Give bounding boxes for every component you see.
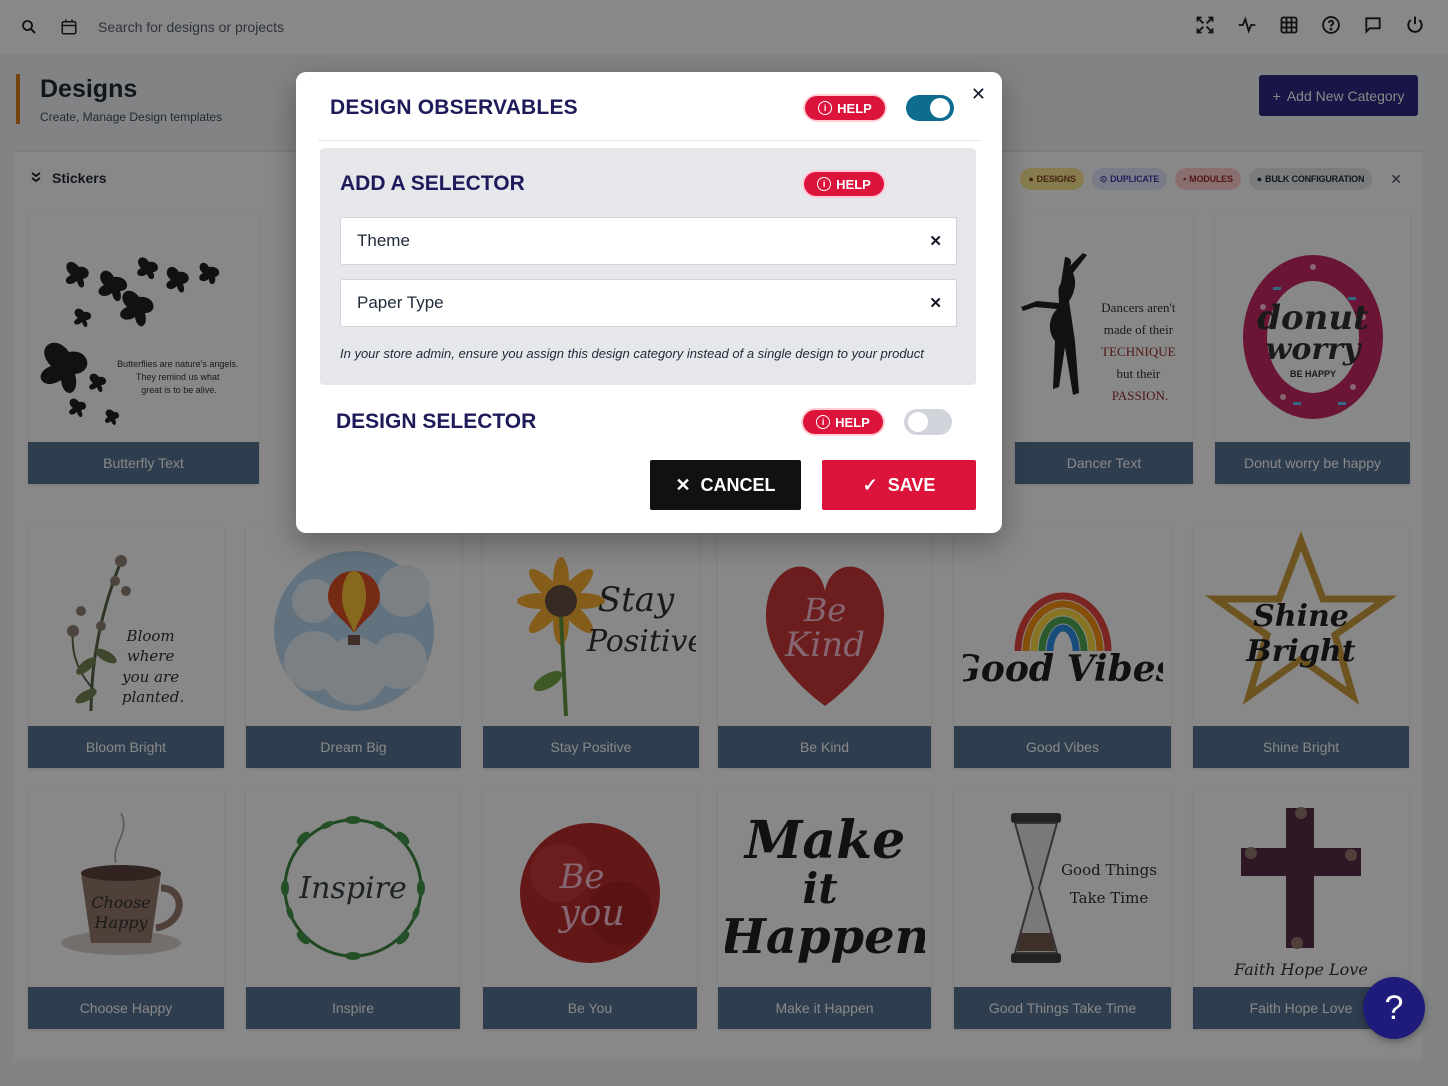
modal-title: DESIGN OBSERVABLES — [330, 96, 578, 119]
info-icon: i — [817, 177, 832, 191]
toggle-knob — [930, 98, 950, 118]
check-icon: ✓ — [862, 474, 878, 495]
info-icon: i — [816, 415, 831, 429]
design-observables-modal: ✕ DESIGN OBSERVABLES i HELP ADD A SELECT… — [296, 72, 1002, 533]
selector-note: In your store admin, ensure you assign t… — [340, 346, 924, 361]
add-selector-section: ADD A SELECTOR i HELP Theme ✕ Paper Type… — [320, 148, 976, 385]
help-button[interactable]: i HELP — [804, 172, 884, 196]
help-label: HELP — [835, 414, 870, 430]
help-button[interactable]: i HELP — [805, 96, 885, 120]
save-button[interactable]: ✓ SAVE — [822, 460, 976, 510]
add-selector-title: ADD A SELECTOR — [340, 172, 525, 195]
design-selector-title: DESIGN SELECTOR — [336, 410, 537, 433]
observables-toggle[interactable] — [906, 95, 954, 121]
divider — [318, 140, 980, 141]
help-label: HELP — [836, 176, 871, 192]
clear-icon[interactable]: ✕ — [929, 232, 942, 250]
help-fab-button[interactable]: ? — [1363, 977, 1425, 1039]
close-icon[interactable]: ✕ — [971, 84, 986, 105]
toggle-knob — [908, 412, 928, 432]
save-label: SAVE — [887, 474, 936, 495]
selector-value: Paper Type — [357, 293, 444, 312]
cancel-label: CANCEL — [700, 474, 776, 495]
design-selector-toggle[interactable] — [904, 409, 952, 435]
question-icon: ? — [1384, 988, 1404, 1027]
selector-input-paper-type[interactable]: Paper Type ✕ — [340, 279, 957, 327]
close-icon: ✕ — [675, 474, 691, 495]
help-label: HELP — [837, 100, 872, 116]
selector-input-theme[interactable]: Theme ✕ — [340, 217, 957, 265]
info-icon: i — [818, 101, 833, 115]
cancel-button[interactable]: ✕ CANCEL — [650, 460, 801, 510]
selector-value: Theme — [357, 231, 410, 250]
help-button[interactable]: i HELP — [803, 410, 883, 434]
clear-icon[interactable]: ✕ — [929, 294, 942, 312]
